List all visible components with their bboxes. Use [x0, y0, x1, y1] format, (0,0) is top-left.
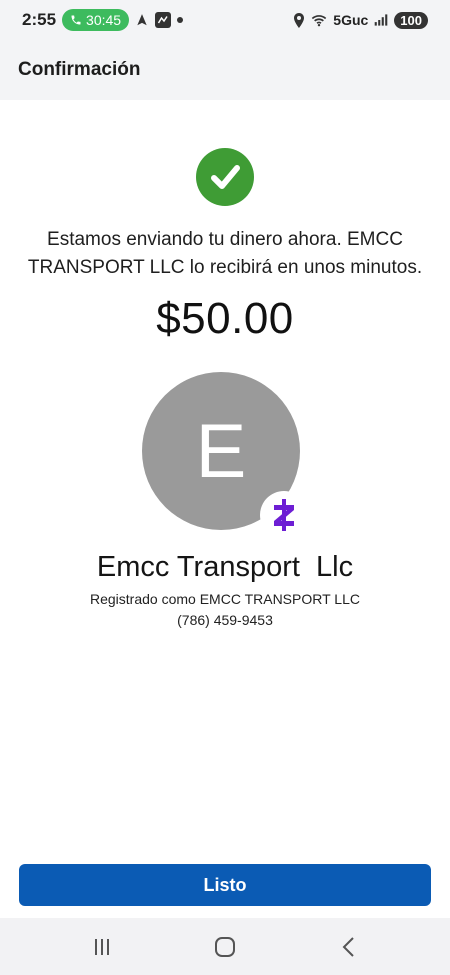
phone-icon	[71, 15, 81, 25]
battery-indicator: 100	[394, 11, 428, 29]
system-nav-bar	[0, 918, 450, 975]
back-button[interactable]	[323, 927, 373, 967]
done-button[interactable]: Listo	[19, 864, 431, 906]
network-type: 5Guc	[333, 12, 369, 28]
page-title: Confirmación	[18, 59, 141, 80]
signal-icon	[374, 14, 388, 26]
call-duration: 30:45	[86, 12, 122, 28]
confirmation-message: Estamos enviando tu dinero ahora. EMCC T…	[27, 229, 423, 278]
recipient-phone: (786) 459-9453	[177, 612, 273, 628]
recipient-name: Emcc Transport Llc	[96, 551, 354, 583]
navigation-icon	[135, 13, 149, 27]
success-check-icon	[196, 148, 254, 206]
app-icon	[155, 12, 172, 28]
wifi-icon	[311, 14, 327, 27]
amount: $50.00	[156, 294, 294, 343]
recent-apps-button[interactable]	[77, 927, 127, 967]
home-icon	[214, 936, 235, 957]
status-time: 2:55	[22, 10, 57, 29]
status-bar: 2:55 30:45 5Guc 100	[0, 0, 450, 40]
status-right: 5Guc 100	[293, 11, 428, 29]
header: Confirmación	[0, 40, 450, 100]
dot-icon	[177, 17, 184, 23]
zelle-logo-icon	[260, 491, 308, 539]
avatar-initial: E	[195, 408, 247, 494]
recent-apps-icon	[94, 938, 109, 955]
registered-as: Registrado como EMCC TRANSPORT LLC	[90, 591, 360, 607]
status-left: 2:55 30:45	[22, 9, 184, 31]
home-button[interactable]	[200, 927, 250, 967]
ongoing-call-pill[interactable]: 30:45	[62, 9, 130, 31]
back-icon	[342, 936, 355, 957]
location-icon	[293, 12, 305, 28]
